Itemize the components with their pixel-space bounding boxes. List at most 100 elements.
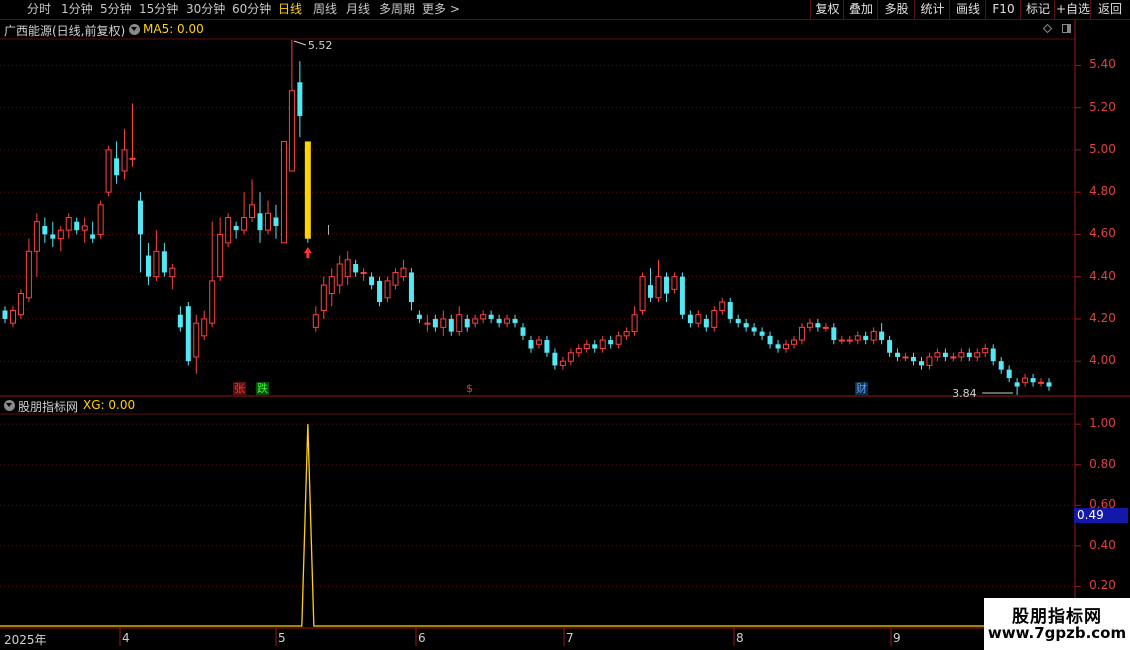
candle-body-1: [9, 309, 16, 324]
toolbar-button-3[interactable]: 统计: [914, 0, 950, 19]
candle-body-2: [17, 293, 24, 316]
candle-body-31: [249, 204, 256, 218]
candle-body-114: [911, 356, 917, 362]
ma-menu-icon[interactable]: [129, 24, 140, 35]
toolbar-button-1[interactable]: 叠加: [843, 0, 878, 19]
event-marker-0[interactable]: 张: [233, 382, 246, 395]
cursor-mark: |: [327, 225, 330, 236]
candle-body-101: [806, 322, 813, 328]
diamond-icon[interactable]: [1043, 24, 1052, 33]
period-tab-3[interactable]: 15分钟: [139, 1, 178, 18]
candle-body-75: [599, 339, 606, 350]
candle-body-95: [759, 331, 765, 336]
indicator-menu-icon[interactable]: [4, 400, 15, 411]
candle-body-97: [775, 344, 781, 349]
toolbar-button-7[interactable]: +自选: [1054, 0, 1091, 19]
candle-body-79: [631, 314, 638, 333]
period-tab-9[interactable]: 多周期: [379, 1, 415, 18]
candle-body-43: [344, 259, 351, 278]
high-label: 5.52: [308, 39, 333, 52]
candle-body-104: [831, 327, 837, 341]
date-label-3: 6: [418, 631, 426, 645]
candle-body-21: [169, 267, 176, 278]
toolbar-button-4[interactable]: 画线: [949, 0, 986, 19]
toolbar-button-5[interactable]: F10: [985, 0, 1021, 19]
period-tab-6[interactable]: 日线: [278, 1, 302, 18]
candle-body-87: [695, 314, 702, 324]
candle-body-129: [1030, 378, 1036, 383]
candle-body-16: [129, 157, 136, 160]
kline-chart[interactable]: | 5.52 3.84: [0, 0, 1130, 650]
price-tick-label-6: 4.20: [1089, 310, 1116, 325]
candle-body-0: [2, 310, 8, 319]
candle-body-126: [1006, 369, 1012, 379]
candle-body-82: [655, 276, 662, 299]
candle-body-57: [456, 314, 463, 333]
candle-body-89: [711, 309, 718, 328]
period-tab-2[interactable]: 5分钟: [100, 1, 132, 18]
candle-body-14: [114, 158, 120, 176]
ind-tick-label-0: 1.00: [1089, 416, 1116, 431]
toolbar-button-6[interactable]: 标记: [1020, 0, 1055, 19]
candle-body-26: [209, 280, 216, 324]
candle-body-5: [42, 225, 48, 235]
event-marker-3[interactable]: 财: [855, 382, 868, 395]
period-tab-7[interactable]: 周线: [313, 1, 337, 18]
period-tab-5[interactable]: 60分钟: [232, 1, 271, 18]
candle-body-6: [50, 234, 56, 239]
candle-body-18: [145, 255, 151, 277]
candle-body-38: [305, 230, 311, 239]
price-tick-label-7: 4.00: [1089, 353, 1116, 368]
candle-body-35: [280, 140, 287, 244]
watermark-url: www.7gpzb.com: [987, 624, 1127, 642]
period-tab-8[interactable]: 月线: [346, 1, 370, 18]
candle-body-73: [583, 343, 590, 350]
toolbar-button-8[interactable]: 返回: [1090, 0, 1129, 19]
period-tab-4[interactable]: 30分钟: [186, 1, 225, 18]
candle-body-13: [105, 149, 112, 193]
candle-body-32: [257, 213, 263, 231]
candle-body-51: [408, 272, 414, 303]
candle-body-86: [687, 314, 693, 324]
candle-body-92: [735, 318, 741, 324]
toolbar-button-2[interactable]: 多股: [877, 0, 915, 19]
period-tab-10[interactable]: 更多 >: [422, 1, 460, 18]
candle-body-67: [535, 339, 542, 345]
event-marker-1[interactable]: 跌: [256, 382, 269, 395]
candle-body-88: [703, 318, 709, 328]
candle-body-93: [743, 323, 749, 328]
period-tab-1[interactable]: 1分钟: [61, 1, 93, 18]
candle-body-66: [528, 340, 534, 349]
candle-body-120: [958, 352, 965, 358]
candle-body-128: [1022, 377, 1029, 383]
candle-body-123: [982, 348, 989, 354]
candle-body-34: [273, 217, 279, 226]
event-marker-2[interactable]: $: [463, 382, 476, 395]
candle-body-91: [727, 302, 733, 319]
candle-body-15: [121, 149, 128, 172]
period-tab-0[interactable]: 分时: [27, 1, 51, 18]
candle-body-40: [320, 284, 327, 311]
candle-body-23: [185, 306, 191, 362]
candle-body-90: [719, 301, 726, 311]
candle-body-27: [217, 233, 224, 278]
candle-body-59: [472, 318, 479, 324]
watermark: 股朋指标网 www.7gpzb.com: [984, 598, 1130, 650]
candle-body-12: [97, 204, 104, 235]
panel-toggle-icon[interactable]: [1062, 24, 1071, 33]
candle-body-28: [225, 217, 232, 244]
cursor-value: 0.49: [1074, 508, 1128, 523]
candle-body-102: [815, 323, 821, 328]
candle-body-71: [567, 352, 574, 362]
candle-body-113: [902, 356, 909, 359]
candle-body-29: [233, 225, 239, 231]
toolbar-button-0[interactable]: 复权: [810, 0, 844, 19]
candle-body-83: [663, 276, 669, 294]
candle-body-81: [648, 285, 654, 298]
candle-body-100: [798, 326, 805, 341]
candle-body-33: [264, 212, 271, 231]
price-tick-label-4: 4.60: [1089, 226, 1116, 241]
candle-body-96: [767, 335, 773, 345]
candle-body-42: [336, 263, 343, 286]
candle-body-36: [288, 90, 295, 172]
